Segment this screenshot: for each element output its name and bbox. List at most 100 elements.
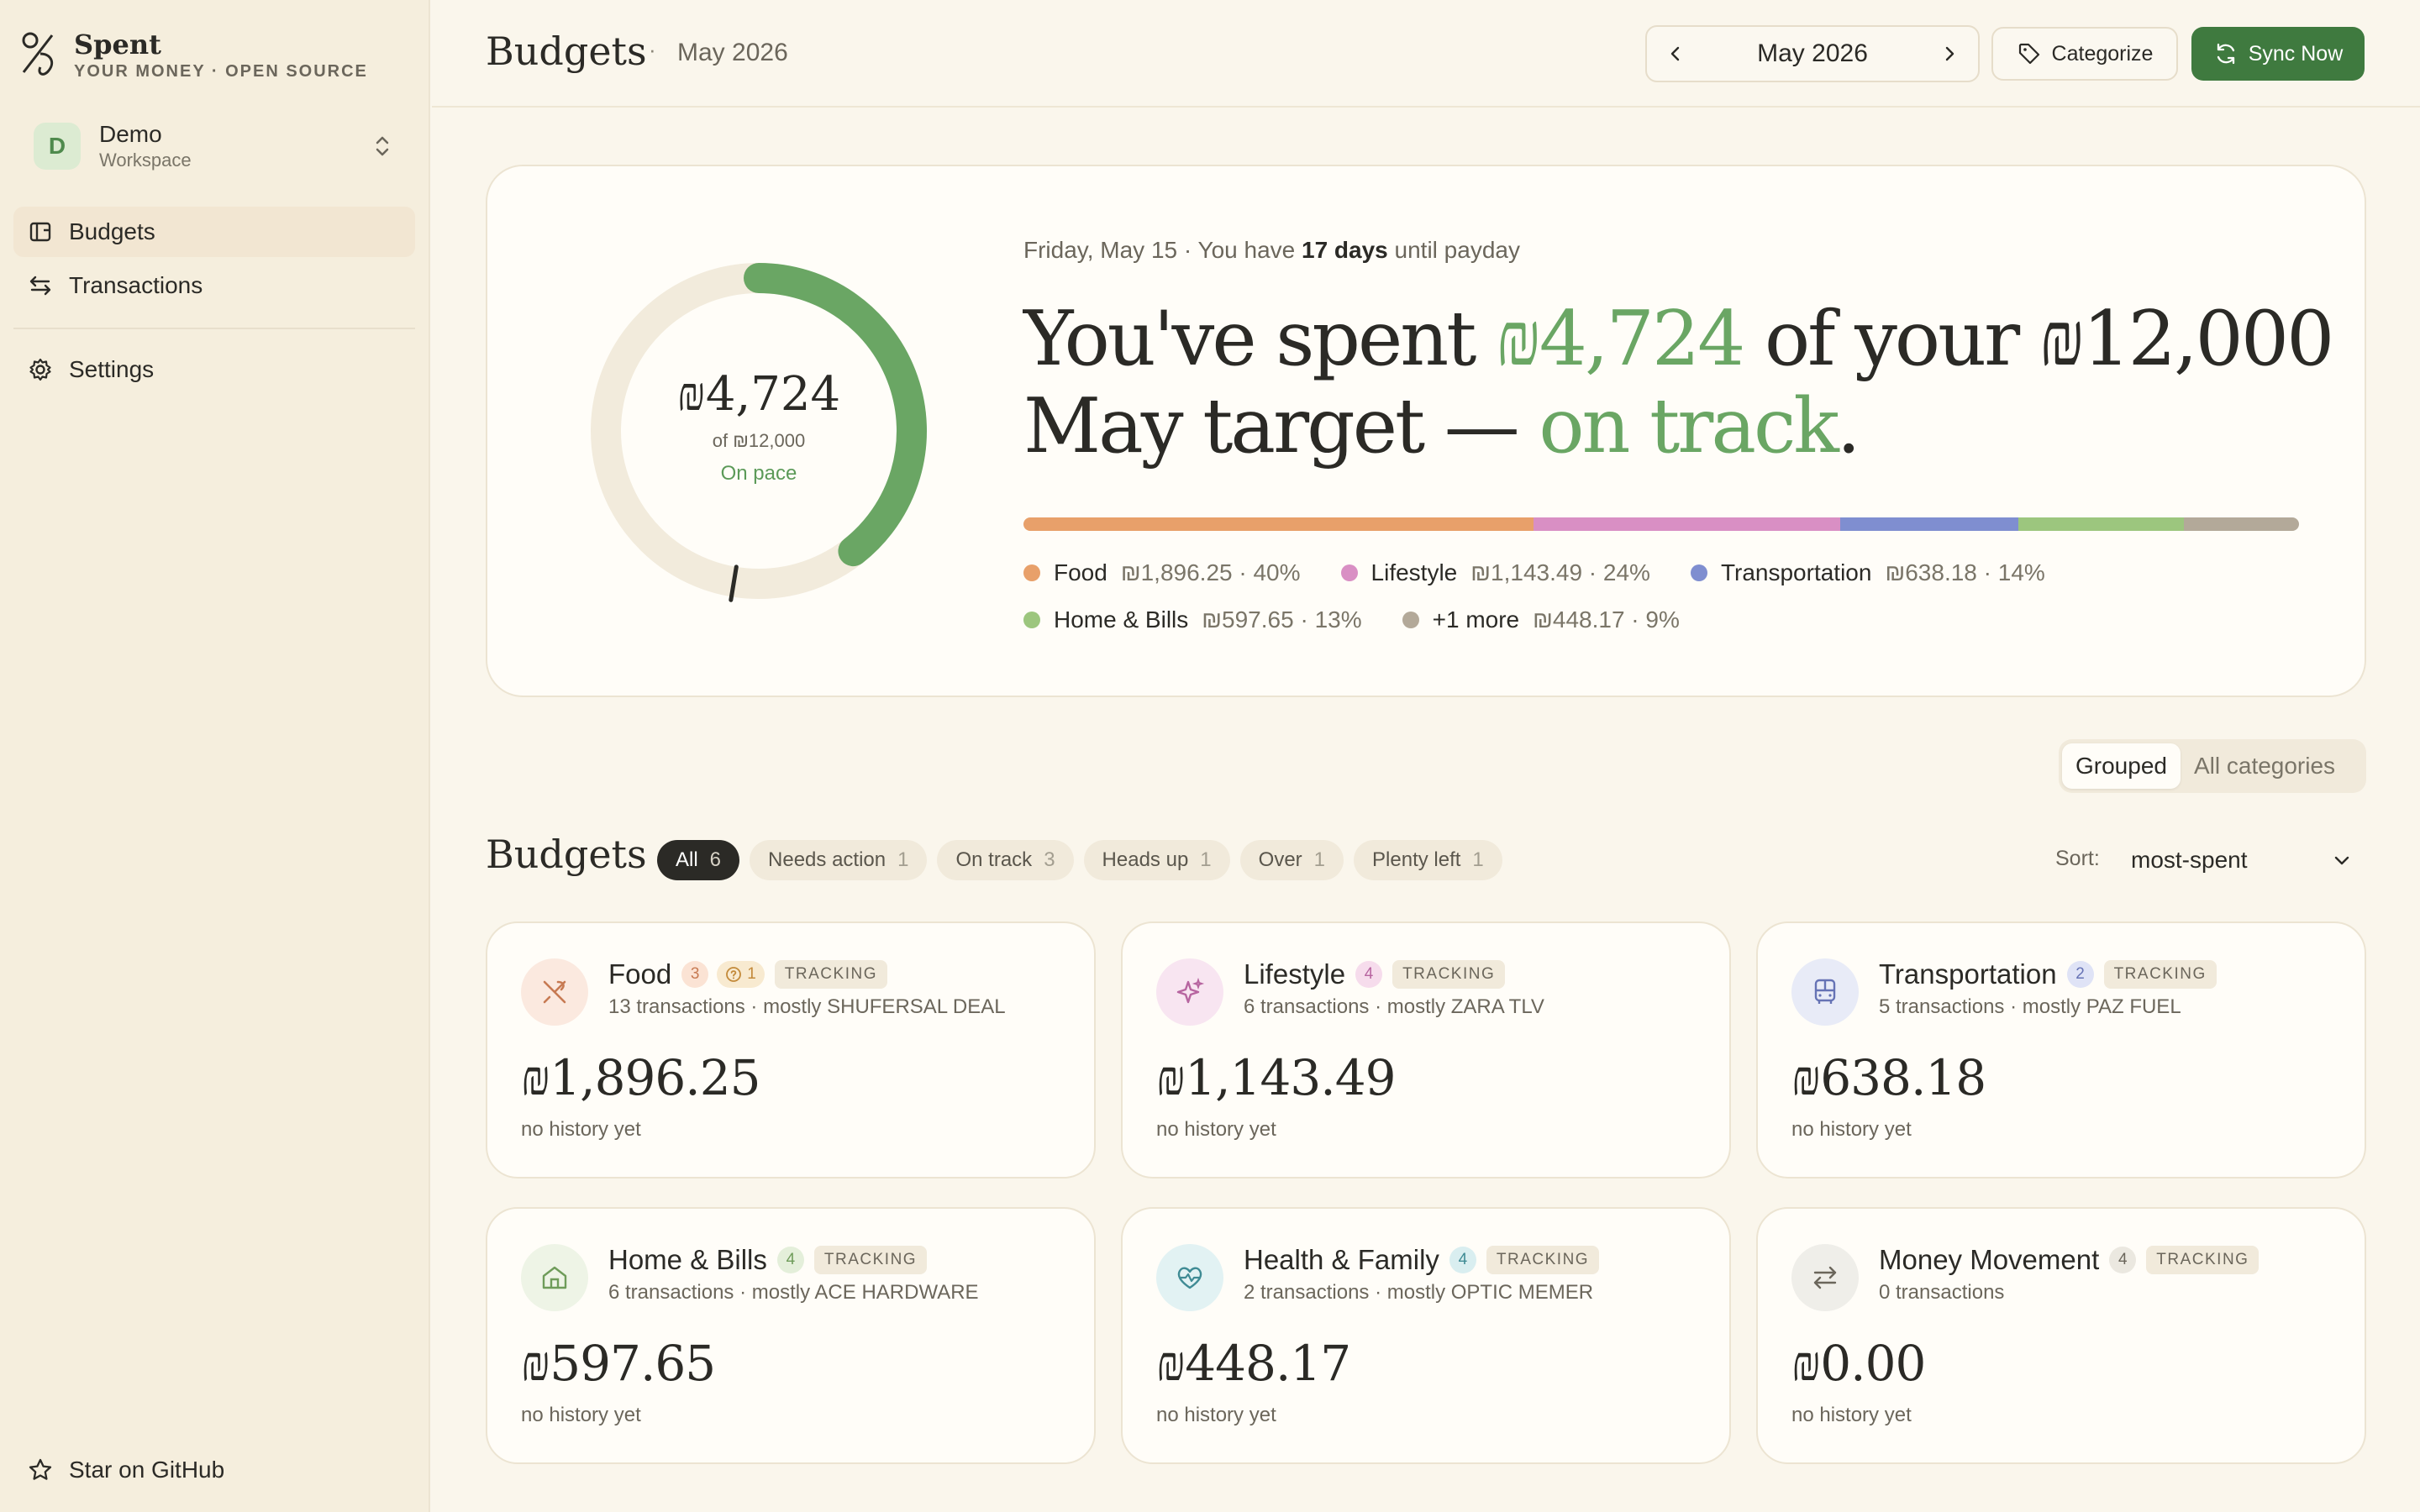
sparkles-icon <box>1176 977 1205 1004</box>
budget-card-name: Lifestyle <box>1244 958 1346 990</box>
filter-chip[interactable]: Needs action 1 <box>750 840 928 880</box>
budget-status-tag: TRACKING <box>1486 1246 1600 1274</box>
budget-card-icon <box>521 958 588 1026</box>
filter-chip[interactable]: Over 1 <box>1239 840 1344 880</box>
budget-card[interactable]: Food 3 1 TRACKING 13 transactions · mostly S… <box>486 921 1096 1179</box>
filter-chip-count: 6 <box>709 848 722 871</box>
home-icon <box>542 1266 567 1289</box>
chevron-left-icon[interactable] <box>1665 44 1686 64</box>
headline-spent: ₪4,724 <box>1496 295 1745 383</box>
star-icon <box>29 1458 52 1480</box>
budget-card-header: Lifestyle 4 TRACKING <box>1244 958 1506 990</box>
payday-days: 17 days <box>1302 237 1388 263</box>
star-on-github-link[interactable]: Star on GitHub <box>13 1445 224 1495</box>
chevron-right-icon[interactable] <box>1939 44 1960 64</box>
title-month: May 2026 <box>677 39 788 66</box>
budget-card-count-badge: 4 <box>1449 1247 1476 1273</box>
sort-select[interactable]: most-spent <box>2118 837 2366 884</box>
budget-card[interactable]: Health & Family 4 TRACKING 2 transactions ·… <box>1121 1207 1731 1464</box>
sidebar-item-budgets[interactable]: Budgets <box>13 207 415 257</box>
budget-card[interactable]: Transportation 2 TRACKING 5 transactions · … <box>1756 921 2366 1179</box>
toggle-grouped[interactable]: Grouped <box>2062 743 2181 789</box>
workspace-avatar: D <box>34 123 81 170</box>
budget-card-count-badge: 4 <box>2109 1247 2137 1273</box>
gear-icon <box>29 358 51 381</box>
toggle-all-categories[interactable]: All categories <box>2181 743 2349 789</box>
filter-chip-label: Over <box>1258 848 1302 871</box>
share-bar-segment <box>2184 517 2299 531</box>
sync-now-button[interactable]: Sync Now <box>2191 27 2365 81</box>
brand[interactable]: Spent YOUR MONEY · OPEN SOURCE <box>18 29 368 82</box>
needs-review-count: 1 <box>747 965 756 983</box>
legend-dot <box>1402 612 1419 628</box>
filter-chip-label: Needs action <box>768 848 886 871</box>
budget-card-count-badge: 4 <box>776 1247 804 1273</box>
categorize-button[interactable]: Categorize <box>1991 27 2178 81</box>
monthly-summary-card: ₪4,724 of ₪12,000 On pace Friday, May 15… <box>486 165 2366 697</box>
workspace-switcher[interactable]: D Demo Workspace <box>17 113 412 180</box>
sidebar-item-transactions[interactable]: Transactions <box>13 260 415 311</box>
budget-card-header: Money Movement 4 TRACKING <box>1879 1244 2260 1276</box>
budget-card-summary: 6 transactions · mostly ACE HARDWARE <box>608 1281 979 1304</box>
brand-tagline: YOUR MONEY · OPEN SOURCE <box>74 62 368 81</box>
budget-card[interactable]: Home & Bills 4 TRACKING 6 transactions · mo… <box>486 1207 1096 1464</box>
question-circle-icon <box>726 967 742 982</box>
budget-card[interactable]: Lifestyle 4 TRACKING 6 transactions · mostl… <box>1121 921 1731 1179</box>
chevron-down-icon <box>2334 856 2349 865</box>
sidebar-nav: Budgets Transactions <box>13 207 415 314</box>
category-share-bar <box>1023 517 2299 531</box>
filter-chip[interactable]: All 6 <box>657 840 740 880</box>
legend-item: Transportation ₪638.18 · 14% <box>1690 559 2045 586</box>
filter-chip[interactable]: Plenty left 1 <box>1354 840 1502 880</box>
legend-value: ₪1,896.25 · 40% <box>1120 559 1301 585</box>
headline-part-3: . <box>1836 382 1861 470</box>
budget-card-history: no history yet <box>1791 1404 1912 1426</box>
filter-chip-count: 3 <box>1044 848 1055 871</box>
workspace-name: Demo <box>99 121 162 147</box>
legend-dot <box>1340 564 1358 581</box>
legend-value: ₪1,143.49 · 24% <box>1470 559 1650 585</box>
top-header: Budgets · May 2026 May 2026 Categorize S… <box>432 0 2420 108</box>
budget-card[interactable]: Money Movement 4 TRACKING 0 transactions ₪0.… <box>1756 1207 2366 1464</box>
filter-chip-label: On track <box>955 848 1033 871</box>
view-toggle: Grouped All categories <box>2059 739 2366 793</box>
share-bar-segment <box>2018 517 2185 531</box>
budget-card-count-badge: 2 <box>2066 961 2094 988</box>
page-title: Budgets <box>486 29 647 74</box>
headline-part-1: You've spent <box>1023 295 1496 383</box>
transfer-icon <box>1813 1266 1837 1289</box>
month-picker-label[interactable]: May 2026 <box>1757 39 1868 68</box>
budget-filter-chips: All 6 Needs action 1 On track 3 Heads up 1 Over 1… <box>657 840 1512 880</box>
sidebar: Spent YOUR MONEY · OPEN SOURCE D Demo Wo… <box>0 0 430 1512</box>
headline-status: on track <box>1539 382 1839 470</box>
budget-card-amount: ₪597.65 <box>521 1335 716 1392</box>
budget-card-name: Home & Bills <box>608 1244 767 1275</box>
filter-chip-count: 1 <box>1472 848 1484 871</box>
filter-chip[interactable]: On track 3 <box>937 840 1074 880</box>
budget-status-tag: TRACKING <box>813 1246 928 1274</box>
budget-card-history: no history yet <box>1156 1118 1276 1141</box>
refresh-icon <box>2217 43 2234 65</box>
budget-card-history: no history yet <box>1791 1118 1912 1141</box>
legend-value: ₪597.65 · 13% <box>1202 606 1362 633</box>
needs-review-badge[interactable]: 1 <box>717 961 765 988</box>
legend-item: Lifestyle ₪1,143.49 · 24% <box>1340 559 1650 586</box>
budget-status-tag: TRACKING <box>1392 960 1506 989</box>
donut-spent-amount: ₪4,724 <box>676 366 841 422</box>
spent-logo-icon <box>22 32 54 76</box>
budget-status-tag: TRACKING <box>774 960 887 989</box>
budget-card-header: Health & Family 4 TRACKING <box>1244 1244 1600 1276</box>
budget-card-summary: 6 transactions · mostly ZARA TLV <box>1244 995 1544 1018</box>
budget-card-history: no history yet <box>521 1404 641 1426</box>
budget-card-summary: 2 transactions · mostly OPTIC MEMER <box>1244 1281 1594 1304</box>
legend-dot <box>1690 564 1707 581</box>
legend-value: ₪638.18 · 14% <box>1885 559 2045 585</box>
filter-chip[interactable]: Heads up 1 <box>1083 840 1230 880</box>
payday-suffix: until payday <box>1387 237 1520 263</box>
category-legend: Food ₪1,896.25 · 40% Lifestyle ₪1,143.49 · … <box>1023 549 2284 643</box>
budgets-section-title: Budgets <box>486 832 647 877</box>
budget-card-summary: 5 transactions · mostly PAZ FUEL <box>1879 995 2181 1018</box>
payday-prefix: Friday, May 15 · You have <box>1023 237 1302 263</box>
share-bar-segment <box>1839 517 2019 531</box>
sidebar-item-settings[interactable]: Settings <box>13 344 415 395</box>
